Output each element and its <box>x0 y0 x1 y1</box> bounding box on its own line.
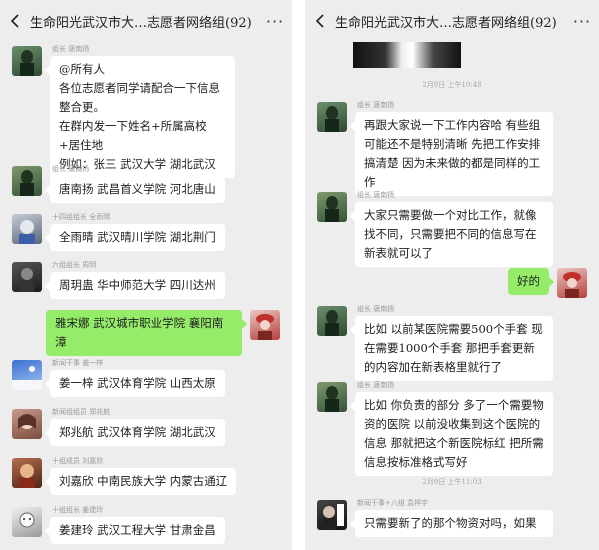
message-bubble[interactable]: 全雨晴 武汉晴川学院 湖北荆门 <box>45 224 225 251</box>
message-bubble[interactable]: 比如 以前某医院需要500个手套 现在需要1000个手套 那把手套更新的内容加在… <box>350 316 553 381</box>
sender-name: 六组组长 周玥 <box>52 261 97 269</box>
sender-name: 十组成员 刘嘉欣 <box>52 457 104 465</box>
sender-name: 组长 唐南扬 <box>357 191 395 199</box>
avatar[interactable] <box>12 46 42 76</box>
chat-header: 生命阳光武汉市大…志愿者网络组(92) ··· <box>0 0 292 42</box>
sender-name: 组长 唐南扬 <box>357 381 395 389</box>
message-bubble[interactable]: 比如 你负责的部分 多了一个需要物资的医院 以前没收集到这个医院的信息 那就把这… <box>350 392 553 476</box>
sender-name: 组长 唐南扬 <box>357 101 395 109</box>
sender-name: 组长 唐南扬 <box>357 305 395 313</box>
avatar-self[interactable] <box>250 310 280 340</box>
timestamp: 2月9日 上午10:48 <box>422 81 482 89</box>
avatar[interactable] <box>12 262 42 292</box>
sender-name: 十组组长 姜建玲 <box>52 506 104 514</box>
avatar[interactable] <box>317 192 347 222</box>
avatar[interactable] <box>12 166 42 196</box>
more-options-icon[interactable]: ··· <box>565 0 599 42</box>
avatar[interactable] <box>12 507 42 537</box>
message-bubble[interactable]: @所有人 各位志愿者同学请配合一下信息整合更。 在群内发一下姓名+所属高校+居住… <box>45 56 235 178</box>
sender-name: 组长 唐南扬 <box>52 165 90 173</box>
more-options-icon[interactable]: ··· <box>258 0 292 42</box>
image-message[interactable] <box>353 42 461 68</box>
timestamp: 2月9日 上午11:03 <box>422 478 482 486</box>
sender-name: 新闻组组员 郑兆航 <box>52 408 111 416</box>
avatar[interactable] <box>12 360 42 390</box>
chat-panel-left: 生命阳光武汉市大…志愿者网络组(92) ··· 组长 唐南扬 @所有人 各位志愿… <box>0 0 292 550</box>
chat-panel-right: 生命阳光武汉市大…志愿者网络组(92) ··· 2月9日 上午10:48 组长 … <box>305 0 599 550</box>
avatar[interactable] <box>317 382 347 412</box>
message-bubble[interactable]: 好的 <box>508 268 554 295</box>
avatar[interactable] <box>12 409 42 439</box>
message-bubble[interactable]: 姜一梓 武汉体育学院 山西太原 <box>45 370 225 397</box>
chat-header: 生命阳光武汉市大…志愿者网络组(92) ··· <box>305 0 599 42</box>
message-bubble[interactable]: 郑兆航 武汉体育学院 湖北武汉 <box>45 419 225 446</box>
sender-name: 新闻干事 姜一梓 <box>52 359 104 367</box>
sender-name: 组长 唐南扬 <box>52 45 90 53</box>
avatar[interactable] <box>317 306 347 336</box>
message-bubble[interactable]: 刘嘉欣 中南民族大学 内蒙古通辽 <box>44 468 237 495</box>
back-arrow-icon[interactable] <box>0 0 30 42</box>
avatar[interactable] <box>12 214 42 244</box>
message-bubble[interactable]: 姜建玲 武汉工程大学 甘肃金昌 <box>45 517 225 544</box>
chat-title: 生命阳光武汉市大…志愿者网络组(92) <box>335 15 557 31</box>
back-arrow-icon[interactable] <box>305 0 335 42</box>
chat-title: 生命阳光武汉市大…志愿者网络组(92) <box>30 15 252 31</box>
message-list[interactable]: 组长 唐南扬 @所有人 各位志愿者同学请配合一下信息整合更。 在群内发一下姓名+… <box>0 42 292 550</box>
avatar[interactable] <box>317 102 347 132</box>
message-bubble[interactable]: 只需要新了的那个物资对吗，如果 <box>350 510 553 537</box>
message-bubble[interactable]: 雅宋娜 武汉城市职业学院 襄阳南漳 <box>46 310 247 356</box>
message-bubble[interactable]: 唐南扬 武昌首义学院 河北唐山 <box>45 176 225 203</box>
avatar-self[interactable] <box>557 268 587 298</box>
message-list[interactable]: 2月9日 上午10:48 组长 唐南扬 再跟大家说一下工作内容哈 有些组可能还不… <box>305 42 599 550</box>
message-bubble[interactable]: 再跟大家说一下工作内容哈 有些组可能还不是特别清晰 先把工作安排搞清楚 因为未来… <box>350 112 553 196</box>
message-bubble[interactable]: 大家只需要做一个对比工作，就像找不同，只需要把不同的信息写在新表就可以了 <box>350 202 553 267</box>
avatar[interactable] <box>12 458 42 488</box>
message-bubble[interactable]: 周玥蛊 华中师范大学 四川达州 <box>45 272 225 299</box>
avatar[interactable] <box>317 500 347 530</box>
sender-name: 十四组组长 全雨晴 <box>52 213 111 221</box>
sender-name: 新闻干事+八组 袁祥宇 <box>357 499 429 507</box>
